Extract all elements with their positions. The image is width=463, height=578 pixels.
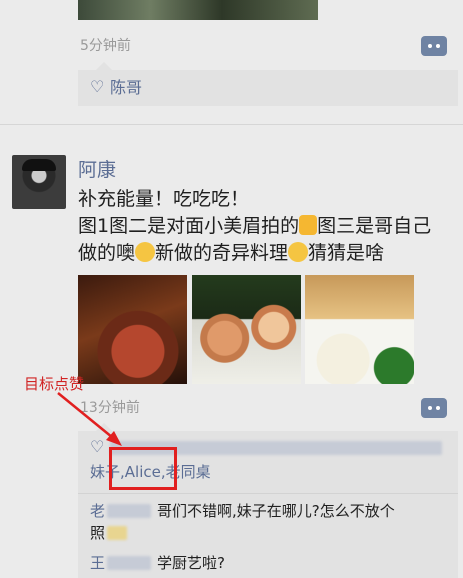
annotation-arrow	[57, 392, 122, 446]
annotation-highlight-box	[109, 447, 177, 490]
